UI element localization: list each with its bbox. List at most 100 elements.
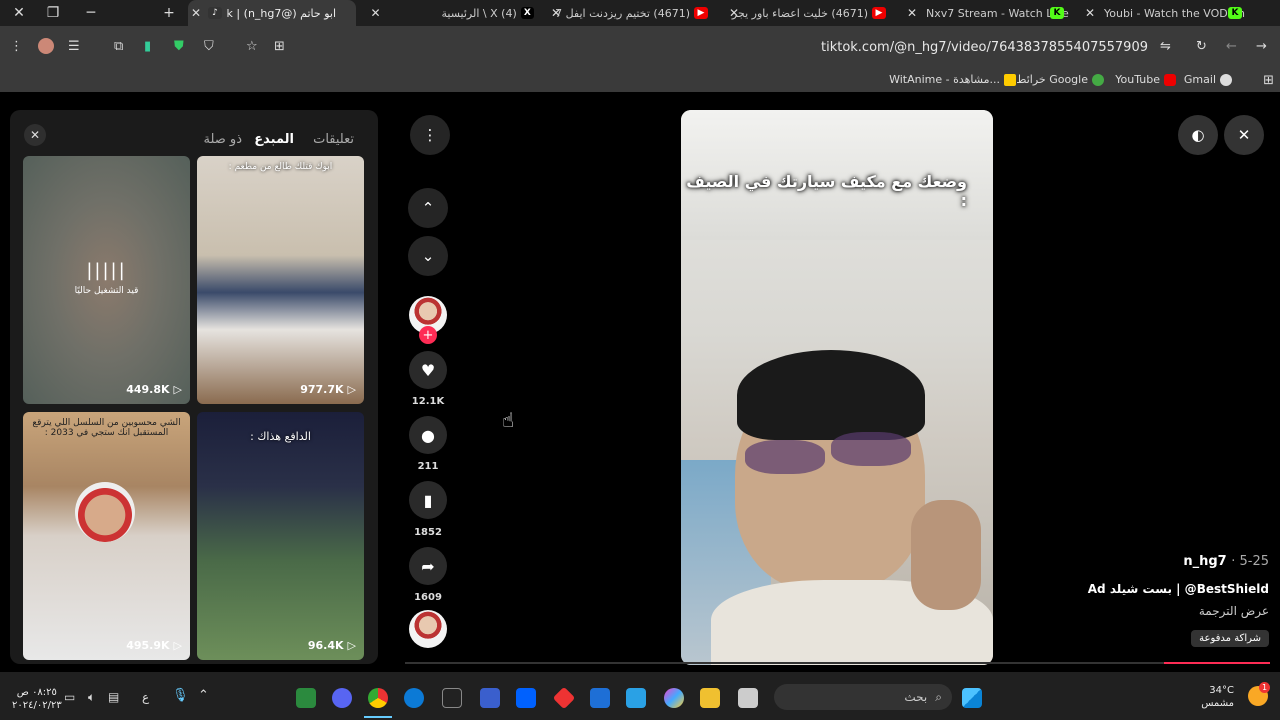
thumb-gesture-image <box>911 500 981 610</box>
tab-youtube-2[interactable]: ✕ (4671) خليت اعضاء باور يجر ▶ <box>726 0 894 26</box>
mouse-cursor-icon: ☝ <box>502 408 515 432</box>
store-icon[interactable] <box>626 688 646 708</box>
weather-widget[interactable]: 34°C مشمس <box>1201 684 1234 710</box>
shield-icon[interactable]: ⛊ <box>174 39 184 54</box>
site-settings-icon[interactable]: ⇋ <box>1160 39 1171 54</box>
close-video-button[interactable]: ✕ <box>1224 115 1264 155</box>
video-description: BestShield@ | بست شيلد Ad <box>1087 582 1269 596</box>
file-explorer-icon[interactable] <box>700 688 720 708</box>
discord-icon[interactable] <box>332 688 352 708</box>
security-icon[interactable]: ⛉ <box>204 39 214 54</box>
close-tab-icon[interactable]: ✕ <box>904 6 920 20</box>
app-icon[interactable] <box>480 688 500 708</box>
video-thumbnail[interactable]: الشي محسوبين من السلسل اللي يترقع المستق… <box>23 412 190 660</box>
tab-creator[interactable]: المبدع <box>254 132 294 147</box>
chrome-icon[interactable] <box>368 688 388 708</box>
tab-x[interactable]: ✕ (4) X \ الرئيسية X <box>368 0 538 26</box>
tab-kick-youbi[interactable]: ✕ Youbi - Watch the VOD on K <box>1082 0 1250 26</box>
close-panel-button[interactable]: ✕ <box>24 124 46 146</box>
bookmark-witanime[interactable]: WitAnime - مشاهدة... <box>889 73 1016 86</box>
close-window-button[interactable]: ✕ <box>0 0 38 26</box>
mail-icon[interactable] <box>590 688 610 708</box>
taskbar: ٠٨:٢٥ ص ٢٠٢٤/٠٢/٢٣ ▭ 🔈︎ ▤ ع 🎙︎ ⌃ بحث ⌕ 3… <box>0 672 1280 720</box>
microphone-icon[interactable]: 🎙︎ <box>172 688 189 703</box>
volume-button[interactable]: ◐ <box>1178 115 1218 155</box>
app-icon[interactable] <box>296 688 316 708</box>
author-name[interactable]: n_hg7 <box>1183 554 1226 569</box>
bookmark-label: Gmail <box>1183 73 1216 86</box>
video-player[interactable]: وضعك مع مكيف سيارتك في الصيف : <box>681 110 993 665</box>
witanime-icon <box>1004 73 1016 86</box>
video-thumbnail[interactable]: ||||| قيد التشغيل حاليًا 449.8K ▷ <box>23 156 190 404</box>
volume-icon: ◐ <box>1191 126 1205 144</box>
close-tab-icon[interactable]: ✕ <box>1082 6 1098 20</box>
audio-wave-icon: ||||| <box>86 260 127 281</box>
paid-partnership-badge: شراكة مدفوعة <box>1191 630 1269 647</box>
extensions-icon[interactable]: ⧉ <box>114 39 123 54</box>
tab-tiktok[interactable]: ✕ ♪ ابو حاتم (@n_hg7) | TikTok <box>188 0 356 26</box>
play-icon: ▷ <box>173 383 182 396</box>
close-tab-icon[interactable]: ✕ <box>368 6 383 20</box>
sound-disc-avatar[interactable] <box>409 610 447 648</box>
thumbnail-caption: ابوك قتلك طالع من مطعم : <box>228 162 333 172</box>
bookmark-youtube[interactable]: YouTube <box>1115 73 1176 86</box>
tab-comments[interactable]: تعليقات <box>313 132 354 147</box>
show-hidden-icons[interactable]: ⌃ <box>198 688 209 703</box>
new-tab-button[interactable]: + <box>150 0 188 26</box>
windows-start-icon[interactable] <box>962 688 982 708</box>
weather-desc: مشمس <box>1201 698 1234 709</box>
follow-plus-icon[interactable]: + <box>419 326 437 344</box>
app-icon[interactable] <box>552 686 576 710</box>
bookmark-gmail[interactable]: Gmail <box>1184 73 1232 86</box>
close-tab-icon[interactable]: ✕ <box>188 6 204 20</box>
extension-icon[interactable]: ▮ <box>144 39 151 54</box>
url-field[interactable]: tiktok.com/@n_hg7/video/7643837855407557… <box>821 40 1148 55</box>
profile-avatar[interactable] <box>38 38 54 54</box>
reload-icon[interactable]: ↻ <box>1196 39 1207 54</box>
see-translation-link[interactable]: عرض الترجمة <box>1199 604 1269 618</box>
progress-fill <box>1164 662 1270 664</box>
minimize-window-button[interactable]: ─ <box>72 0 110 26</box>
edge-icon[interactable] <box>404 688 424 708</box>
tab-kick-nxv7[interactable]: ✕ Nxv7 Stream - Watch Live K <box>904 0 1072 26</box>
search-placeholder: بحث <box>904 690 928 704</box>
video-caption: وضعك مع مكيف سيارتك في الصيف : <box>686 172 967 210</box>
language-indicator[interactable]: ع <box>142 690 149 704</box>
next-video-button[interactable]: ⌄ <box>408 236 448 276</box>
save-button[interactable]: ▮ <box>409 481 447 519</box>
video-thumbnail[interactable]: الدافع هذاك : 96.4K ▷ <box>197 412 364 660</box>
menu-icon[interactable]: ⋮ <box>10 39 23 54</box>
volume-icon[interactable]: 🔈︎ <box>88 690 95 705</box>
tab-related[interactable]: ذو صلة <box>203 132 242 147</box>
previous-video-button[interactable]: ⌃ <box>408 188 448 228</box>
bookmark-star-icon[interactable]: ☆ <box>246 39 258 54</box>
copilot-icon[interactable] <box>664 688 684 708</box>
restore-window-button[interactable]: ❐ <box>34 0 72 26</box>
creator-panel: ✕ تعليقات المبدع ذو صلة ||||| قيد التشغي… <box>10 110 378 664</box>
network-icon[interactable]: ▤ <box>108 690 119 704</box>
video-thumbnail[interactable]: ابوك قتلك طالع من مطعم : 977.7K ▷ <box>197 156 364 404</box>
tab-youtube-1[interactable]: ✕ (4671) تختيم ريزدنت ايفل 7 ▶ <box>548 0 716 26</box>
battery-icon[interactable]: ▭ <box>64 690 75 704</box>
task-view-icon[interactable] <box>738 688 758 708</box>
epic-games-icon[interactable] <box>442 688 462 708</box>
bookmark-maps[interactable]: خرائط Google <box>1016 73 1104 86</box>
tiktok-icon: ♪ <box>208 7 222 19</box>
comment-button[interactable]: ● <box>409 416 447 454</box>
view-count: 449.8K ▷ <box>126 383 182 396</box>
like-button[interactable]: ♥ <box>409 351 447 389</box>
kick-icon: K <box>1050 7 1064 19</box>
share-button[interactable]: ➦ <box>409 547 447 585</box>
view-count-label: 449.8K <box>126 383 170 396</box>
reading-list-icon[interactable]: ☰ <box>68 39 80 54</box>
dropbox-icon[interactable] <box>516 688 536 708</box>
sunglasses-right-image <box>831 432 911 466</box>
forward-icon[interactable]: ← <box>1226 39 1237 54</box>
bookmark-apps-icon[interactable]: ⊞ <box>1263 73 1274 88</box>
translate-icon[interactable]: ⊞ <box>274 39 285 54</box>
back-icon[interactable]: → <box>1256 39 1267 54</box>
search-box[interactable]: بحث ⌕ <box>774 684 952 710</box>
more-options-button[interactable]: ⋮ <box>410 115 450 155</box>
progress-track[interactable] <box>405 662 1270 664</box>
clock[interactable]: ٠٨:٢٥ ص ٢٠٢٤/٠٢/٢٣ <box>12 686 62 712</box>
